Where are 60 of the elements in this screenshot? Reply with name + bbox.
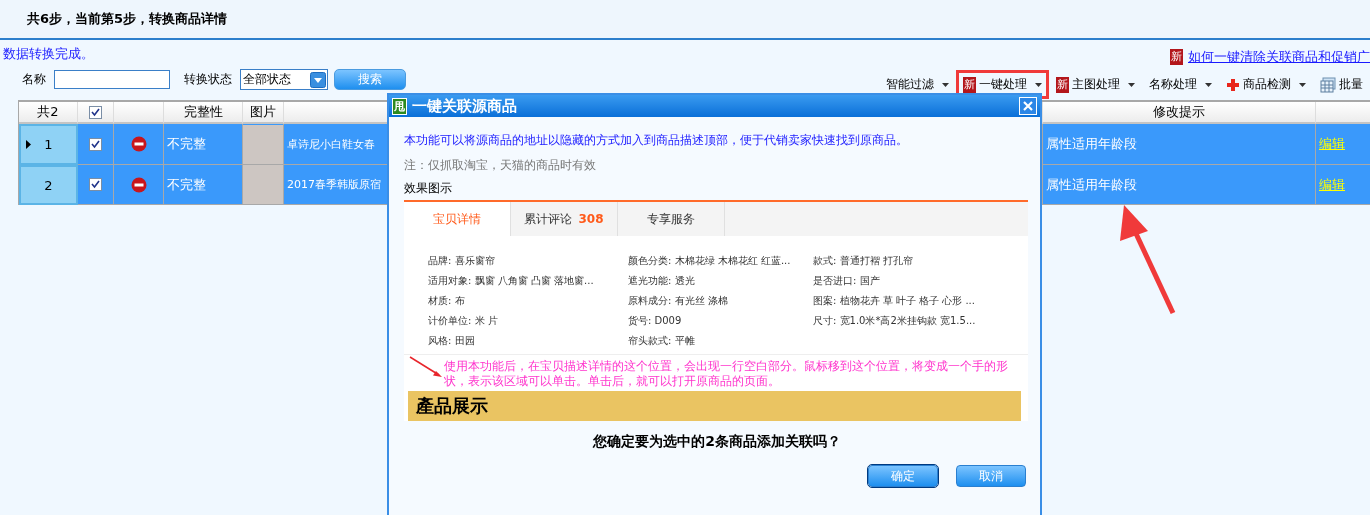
toolbar-menu[interactable]: 批量 bbox=[1313, 70, 1370, 99]
attribute-text: 款式: 普通打褶 打孔帘 bbox=[813, 254, 914, 268]
attribute-text: 图案: 植物花卉 草 叶子 格子 心形 ... bbox=[813, 294, 976, 308]
new-badge: 新 bbox=[1170, 49, 1183, 65]
intro-text: 本功能可以将源商品的地址以隐藏的方式加入到商品描述顶部，便于代销卖家快速找到原商品。 bbox=[404, 132, 909, 149]
column-header: 图片 bbox=[243, 102, 284, 124]
column-header: 共2 bbox=[19, 102, 78, 124]
table-cell: 属性适用年龄段 bbox=[1043, 124, 1316, 165]
attribute-text: 适用对象: 飘窗 八角窗 凸窗 落地窗... bbox=[428, 274, 595, 288]
toolbar-menu[interactable]: 新 主图处理 bbox=[1049, 70, 1142, 99]
table-cell: 不完整 bbox=[164, 165, 243, 205]
photo-placeholder bbox=[243, 124, 283, 164]
table-icon bbox=[1320, 76, 1336, 93]
select-all-checkbox[interactable] bbox=[89, 105, 102, 119]
attribute-text: 计价单位: 米 片 bbox=[428, 314, 499, 328]
arrow-annotation bbox=[408, 355, 444, 379]
preview-label: 效果图示 bbox=[404, 180, 453, 197]
remove-icon[interactable] bbox=[130, 176, 147, 193]
toolbar-menu[interactable]: 智能过滤 bbox=[879, 70, 956, 99]
attribute-text: 帘头款式: 平帷 bbox=[628, 334, 696, 348]
row-header[interactable]: 2 bbox=[19, 165, 78, 205]
attribute-text: 风格: 田园 bbox=[428, 334, 476, 348]
attribute-text: 是否进口: 国产 bbox=[813, 274, 881, 288]
attribute-text: 遮光功能: 透光 bbox=[628, 274, 696, 288]
attribute-text: 品牌: 喜乐窗帘 bbox=[428, 254, 496, 268]
photo-placeholder bbox=[243, 165, 283, 204]
status-dropdown[interactable]: 全部状态 bbox=[240, 69, 328, 90]
column-header: 修改提示 bbox=[1043, 102, 1316, 124]
row-header[interactable]: 1 bbox=[19, 124, 78, 165]
toolbar-menu[interactable]: 商品检测 bbox=[1219, 70, 1313, 99]
toolbar-menu[interactable]: 名称处理 bbox=[1142, 70, 1219, 99]
name-input-field[interactable] bbox=[54, 70, 170, 89]
step-title: 共6步，当前第5步，转换商品详情 bbox=[27, 10, 228, 28]
annotation-text: 使用本功能后，在宝贝描述详情的这个位置，会出现一行空白部分。鼠标移到这个位置，将变成一个手的形状，表示该区域可以单击。单击后，就可以打开原商品的页面。 bbox=[444, 358, 1009, 389]
status-label: 转换状态 bbox=[184, 71, 232, 88]
close-icon[interactable] bbox=[1019, 97, 1037, 115]
remove-icon[interactable] bbox=[130, 136, 147, 152]
confirm-question: 您确定要为选中的2条商品添加关联吗？ bbox=[591, 433, 842, 451]
row-checkbox[interactable] bbox=[89, 178, 102, 191]
new-badge: 新 bbox=[963, 76, 976, 93]
preview-tab[interactable]: 专享服务 bbox=[618, 202, 725, 236]
banner: 產品展示 bbox=[408, 391, 1021, 421]
cross-icon bbox=[1226, 77, 1240, 92]
attribute-text: 颜色分类: 木棉花绿 木棉花红 红蓝... bbox=[628, 254, 792, 268]
status-message: 数据转换完成。 bbox=[3, 45, 95, 63]
help-link[interactable]: 如何一键清除关联商品和促销广 bbox=[1188, 48, 1370, 66]
preview-tab[interactable]: 累计评论 308 bbox=[511, 202, 618, 236]
blank-column-header bbox=[1316, 102, 1370, 124]
column-header: 完整性 bbox=[164, 102, 243, 124]
table-cell: 属性适用年龄段 bbox=[1043, 165, 1316, 205]
attribute-text: 尺寸: 宽1.0米*高2米挂钩款 宽1.5... bbox=[813, 314, 977, 328]
attribute-text: 原料成分: 有光丝 涤棉 bbox=[628, 294, 729, 308]
row-checkbox[interactable] bbox=[89, 137, 102, 151]
dialog-title: 一键关联源商品 bbox=[412, 96, 518, 116]
new-badge: 新 bbox=[1056, 76, 1069, 93]
attribute-text: 货号: D009 bbox=[628, 314, 683, 328]
name-label: 名称 bbox=[22, 71, 46, 88]
table-cell: 不完整 bbox=[164, 124, 243, 165]
attribute-text: 材质: 布 bbox=[428, 294, 466, 308]
app-badge: 甩 bbox=[392, 97, 407, 115]
